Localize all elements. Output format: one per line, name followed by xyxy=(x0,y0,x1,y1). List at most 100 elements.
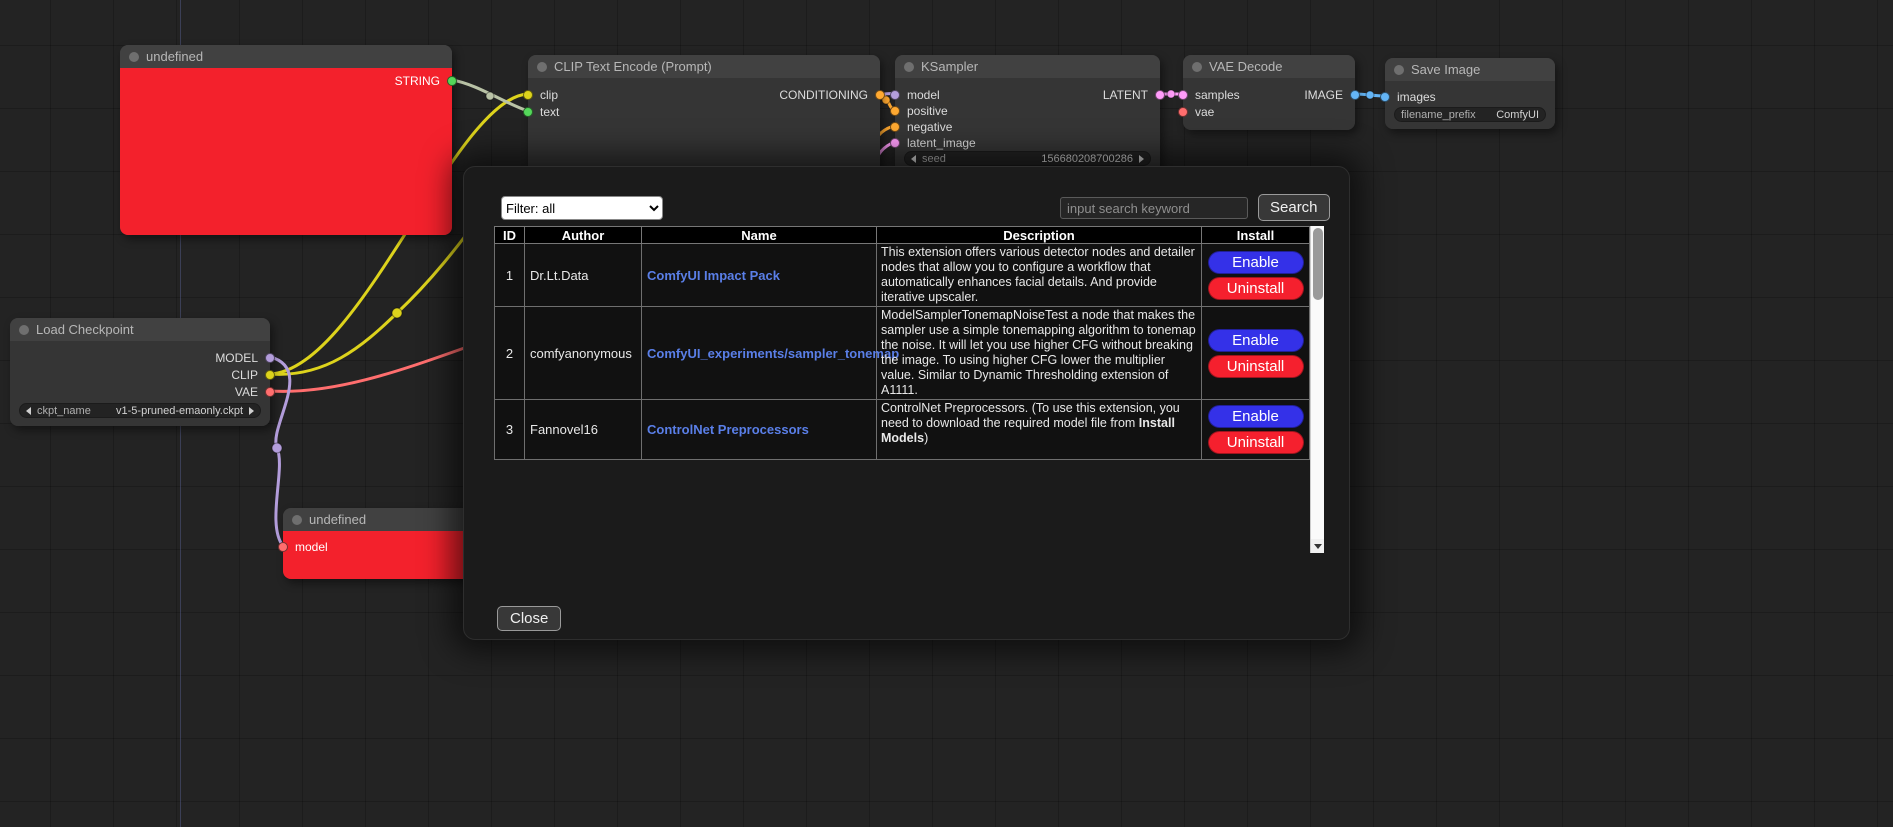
scroll-down-icon xyxy=(1314,544,1322,549)
reroute-dot[interactable] xyxy=(1366,91,1374,99)
search-button[interactable]: Search xyxy=(1258,194,1330,221)
extension-description: This extension offers various detector n… xyxy=(877,244,1202,307)
extension-link[interactable]: ControlNet Preprocessors xyxy=(647,422,809,437)
node-header[interactable]: KSampler xyxy=(895,55,1160,78)
scrollbar-down-button[interactable] xyxy=(1311,539,1324,553)
enable-button[interactable]: Enable xyxy=(1208,405,1304,428)
search-input[interactable] xyxy=(1060,197,1248,219)
node-vae-decode[interactable]: VAE Decode samples vae IMAGE xyxy=(1183,55,1355,130)
node-save-image[interactable]: Save Image images filename_prefix ComfyU… xyxy=(1385,58,1555,129)
node-header[interactable]: CLIP Text Encode (Prompt) xyxy=(528,55,880,78)
description-suffix: ) xyxy=(924,431,928,445)
scrollbar-thumb[interactable] xyxy=(1313,228,1323,300)
node-body: MODEL CLIP VAE ckpt_name v1-5-pruned-ema… xyxy=(10,341,270,426)
reroute-dot[interactable] xyxy=(1167,90,1175,98)
input-row-images: images xyxy=(1385,89,1504,104)
node-header[interactable]: Load Checkpoint xyxy=(10,318,270,341)
node-collapse-dot-icon[interactable] xyxy=(1394,65,1404,75)
model-input-port[interactable] xyxy=(278,542,288,552)
widget-prev-icon[interactable] xyxy=(26,407,31,415)
filter-select[interactable]: Filter: all xyxy=(501,196,663,220)
port-label: IMAGE xyxy=(1304,88,1343,102)
negative-input-port[interactable] xyxy=(890,122,900,132)
node-title: KSampler xyxy=(921,59,978,74)
scrollbar-track[interactable] xyxy=(1310,226,1324,553)
widget-next-icon[interactable] xyxy=(1139,155,1144,163)
string-output-port[interactable] xyxy=(447,76,457,86)
node-title: Load Checkpoint xyxy=(36,322,134,337)
enable-button[interactable]: Enable xyxy=(1208,329,1304,352)
latent-image-input-port[interactable] xyxy=(890,138,900,148)
positive-input-port[interactable] xyxy=(890,106,900,116)
extension-author: Fannovel16 xyxy=(525,400,642,460)
model-output-port[interactable] xyxy=(265,353,275,363)
extension-row: 1 Dr.Lt.Data ComfyUI Impact Pack This ex… xyxy=(495,244,1310,307)
port-label: negative xyxy=(907,120,952,134)
header-description: Description xyxy=(877,227,1202,244)
node-collapse-dot-icon[interactable] xyxy=(537,62,547,72)
node-undefined-top[interactable]: undefined STRING xyxy=(120,45,452,235)
node-collapse-dot-icon[interactable] xyxy=(129,52,139,62)
uninstall-button[interactable]: Uninstall xyxy=(1208,277,1304,300)
header-install: Install xyxy=(1202,227,1310,244)
port-label: MODEL xyxy=(215,351,258,365)
reroute-dot[interactable] xyxy=(272,443,282,453)
input-row-positive: positive xyxy=(895,103,1041,118)
port-label: images xyxy=(1397,90,1436,104)
node-header[interactable]: undefined xyxy=(120,45,452,68)
extension-link[interactable]: ComfyUI Impact Pack xyxy=(647,268,780,283)
uninstall-button[interactable]: Uninstall xyxy=(1208,355,1304,378)
widget-label: filename_prefix xyxy=(1401,109,1476,121)
header-id: ID xyxy=(495,227,525,244)
extensions-table: ID Author Name Description Install 1 Dr.… xyxy=(494,226,1310,460)
node-load-checkpoint[interactable]: Load Checkpoint MODEL CLIP VAE ckpt_name… xyxy=(10,318,270,426)
latent-output-port[interactable] xyxy=(1155,90,1165,100)
port-label: CONDITIONING xyxy=(779,88,868,102)
node-header[interactable]: VAE Decode xyxy=(1183,55,1355,78)
conditioning-output-port[interactable] xyxy=(875,90,885,100)
output-row-model: MODEL xyxy=(10,350,270,365)
extension-id: 3 xyxy=(495,400,525,460)
reroute-dot[interactable] xyxy=(486,92,494,100)
node-title: undefined xyxy=(146,49,203,64)
close-button[interactable]: Close xyxy=(497,606,561,631)
node-collapse-dot-icon[interactable] xyxy=(904,62,914,72)
widget-label: seed xyxy=(922,153,946,165)
description-text: ModelSamplerTonemapNoiseTest a node that… xyxy=(881,308,1196,397)
widget-prev-icon[interactable] xyxy=(911,155,916,163)
ckpt-name-widget[interactable]: ckpt_name v1-5-pruned-emaonly.ckpt xyxy=(19,403,261,418)
extension-link[interactable]: ComfyUI_experiments/sampler_tonemap xyxy=(647,346,899,361)
wire-clip-2 xyxy=(270,214,482,374)
node-collapse-dot-icon[interactable] xyxy=(292,515,302,525)
description-text: ControlNet Preprocessors. (To use this e… xyxy=(881,401,1180,430)
input-row-latent-image: latent_image xyxy=(895,135,1041,150)
enable-button[interactable]: Enable xyxy=(1208,251,1304,274)
vae-input-port[interactable] xyxy=(1178,107,1188,117)
seed-widget[interactable]: seed 156680208700286 xyxy=(904,151,1151,166)
extensions-table-scroll-area[interactable]: ID Author Name Description Install 1 Dr.… xyxy=(494,226,1324,553)
node-collapse-dot-icon[interactable] xyxy=(1192,62,1202,72)
widget-next-icon[interactable] xyxy=(249,407,254,415)
port-label: positive xyxy=(907,104,948,118)
vae-output-port[interactable] xyxy=(265,387,275,397)
widget-value: 156680208700286 xyxy=(1041,153,1133,165)
filename-prefix-widget[interactable]: filename_prefix ComfyUI xyxy=(1394,107,1546,122)
extension-author: Dr.Lt.Data xyxy=(525,244,642,307)
reroute-dot[interactable] xyxy=(392,308,402,318)
text-input-port[interactable] xyxy=(523,107,533,117)
image-output-port[interactable] xyxy=(1350,90,1360,100)
header-author: Author xyxy=(525,227,642,244)
extension-description: ModelSamplerTonemapNoiseTest a node that… xyxy=(877,307,1202,400)
node-collapse-dot-icon[interactable] xyxy=(19,325,29,335)
header-name: Name xyxy=(642,227,877,244)
port-label: vae xyxy=(1195,105,1214,119)
extension-row: 3 Fannovel16 ControlNet Preprocessors Co… xyxy=(495,400,1310,460)
extension-id: 2 xyxy=(495,307,525,400)
port-label: text xyxy=(540,105,559,119)
node-body: samples vae IMAGE xyxy=(1183,78,1355,130)
uninstall-button[interactable]: Uninstall xyxy=(1208,431,1304,454)
clip-output-port[interactable] xyxy=(265,370,275,380)
node-header[interactable]: Save Image xyxy=(1385,58,1555,81)
images-input-port[interactable] xyxy=(1380,92,1390,102)
input-row-text: text xyxy=(528,104,704,119)
